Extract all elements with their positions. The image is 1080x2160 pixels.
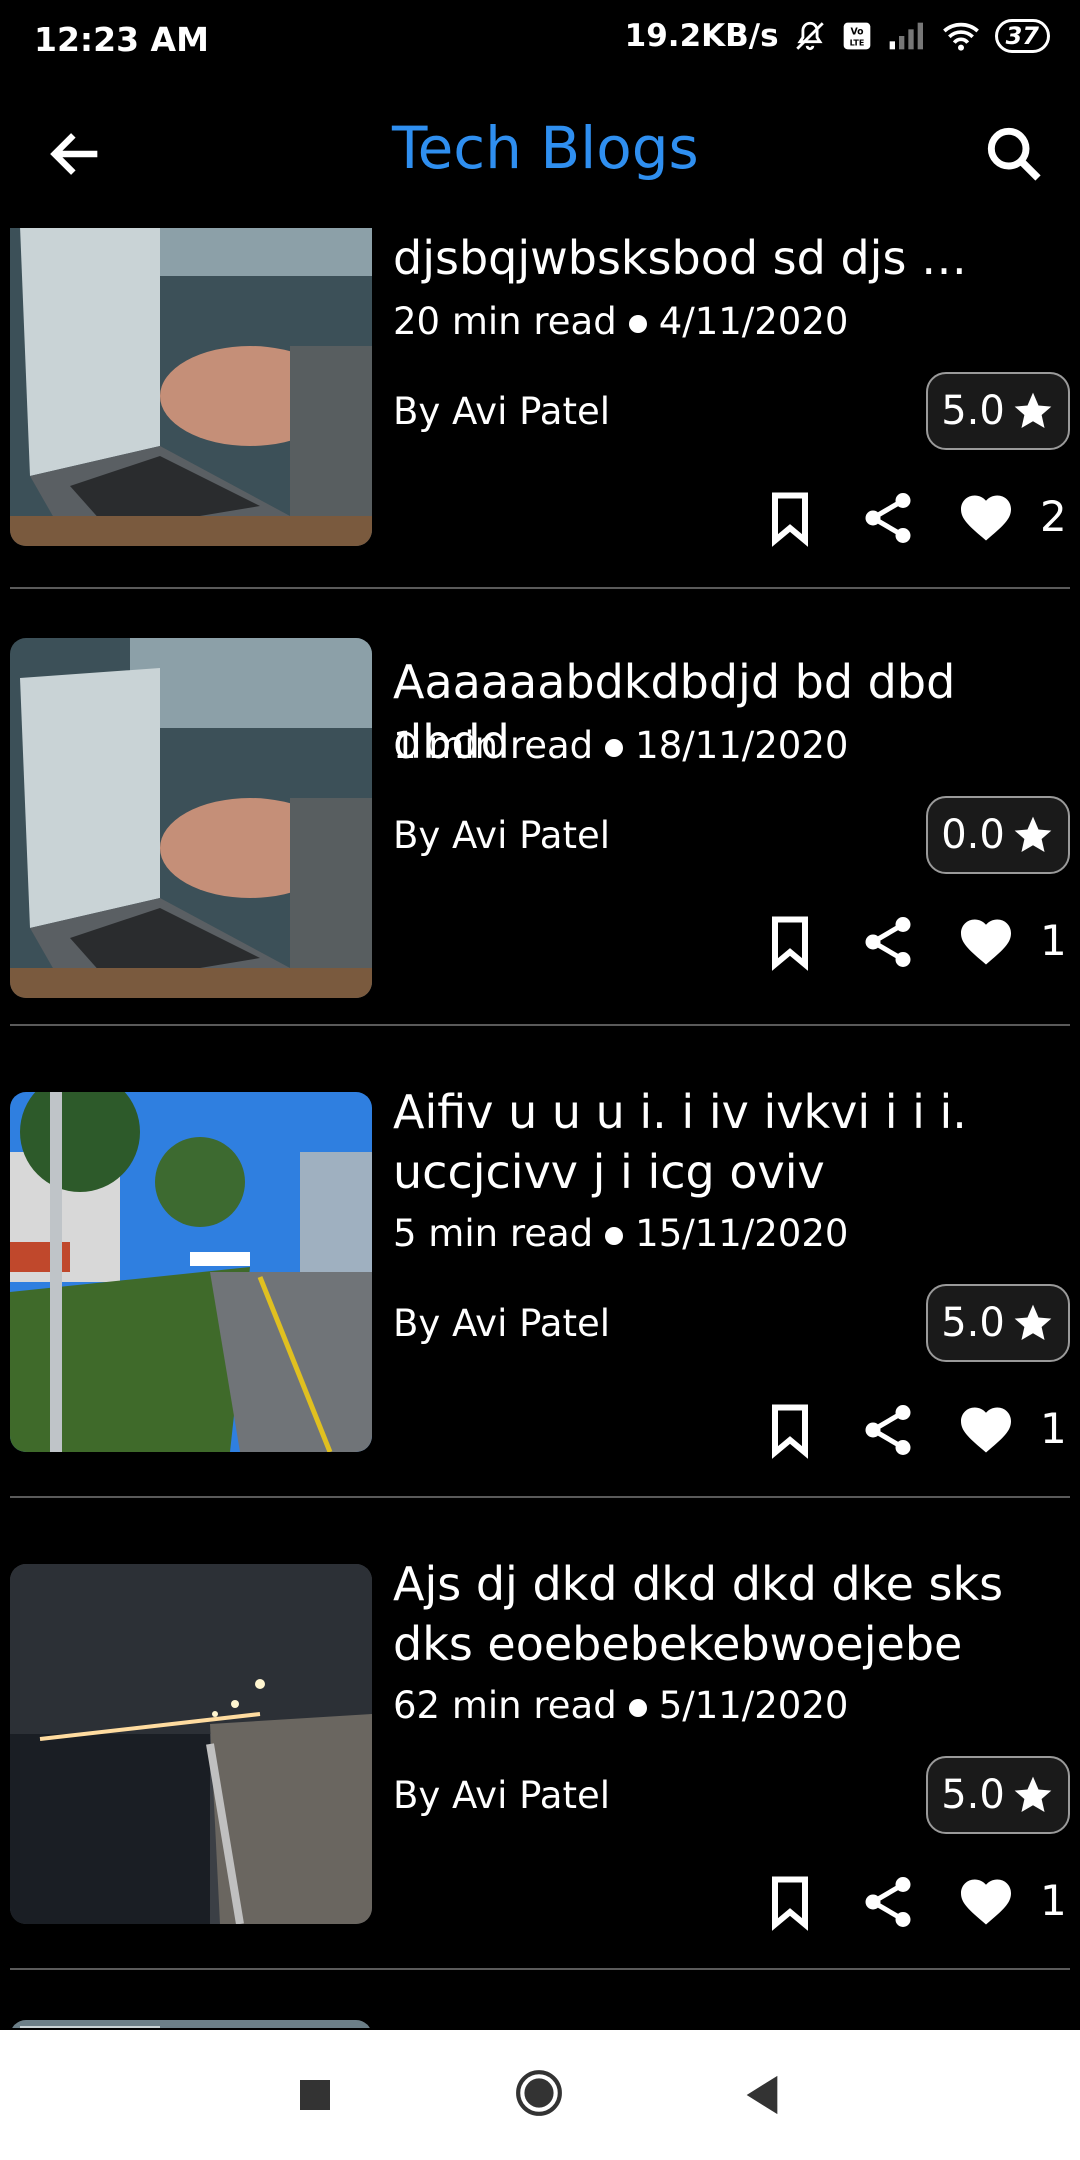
back-arrow-icon[interactable] [44, 122, 108, 186]
read-time: 20 min read [393, 300, 617, 343]
rating-badge: 5.0 [926, 1284, 1070, 1362]
divider [10, 1024, 1070, 1026]
post-date: 15/11/2020 [635, 1212, 849, 1255]
network-speed: 19.2KB/s [624, 18, 779, 54]
status-time: 12:23 AM [34, 20, 209, 59]
read-time: 62 min read [393, 1684, 617, 1727]
share-icon[interactable] [858, 912, 918, 972]
blog-actions: 1 [760, 912, 1080, 982]
divider [10, 1496, 1070, 1498]
heart-icon[interactable] [956, 912, 1016, 972]
battery-icon: 37 [994, 19, 1050, 53]
blog-meta: 62 min read 5/11/2020 [393, 1684, 848, 1727]
post-date: 5/11/2020 [658, 1684, 849, 1727]
blog-thumbnail[interactable] [10, 2020, 372, 2028]
divider [10, 1968, 1070, 1970]
svg-text:LTE: LTE [849, 38, 864, 47]
blog-meta: 20 min read 4/11/2020 [393, 300, 848, 343]
blog-author: By Avi Patel [393, 1302, 610, 1345]
blog-thumbnail[interactable] [10, 638, 372, 998]
share-icon[interactable] [858, 488, 918, 548]
blog-actions: 2 [760, 488, 1080, 558]
blog-title[interactable]: Aifiv u u u i. i iv ivkvi i i i. uccjciv… [393, 1082, 1073, 1202]
rating-value: 5.0 [941, 388, 1005, 434]
post-date: 4/11/2020 [658, 300, 849, 343]
svg-text:Vo: Vo [850, 27, 863, 38]
rating-value: 5.0 [941, 1300, 1005, 1346]
dot-separator [628, 314, 647, 333]
blog-title[interactable]: Ajs dj dkd dkd dkd dke sks dks eoebebeke… [393, 1554, 1073, 1674]
blog-list[interactable]: djsbqjwbsksbod sd djs … 20 min read 4/11/… [0, 228, 1080, 2028]
page-title: Tech Blogs [392, 114, 699, 182]
waterfront-photo [10, 1564, 372, 1924]
rating-value: 5.0 [941, 1772, 1005, 1818]
laptop-photo [10, 2020, 372, 2028]
like-count: 2 [1040, 492, 1067, 541]
rating-badge: 5.0 [926, 1756, 1070, 1834]
rating-badge: 0.0 [926, 796, 1070, 874]
home-button[interactable] [514, 2068, 564, 2118]
system-nav-bar [0, 2030, 1080, 2160]
blog-thumbnail[interactable] [10, 228, 372, 546]
app-bar: Tech Blogs [0, 76, 1080, 228]
like-count: 1 [1040, 916, 1067, 965]
dot-separator [605, 738, 624, 757]
heart-icon[interactable] [956, 1872, 1016, 1932]
read-time: 1 min read [393, 724, 594, 767]
heart-icon[interactable] [956, 1400, 1016, 1460]
signal-icon [889, 22, 923, 50]
volte-icon: VoLTE [843, 22, 870, 50]
heart-icon[interactable] [956, 488, 1016, 548]
post-date: 18/11/2020 [635, 724, 849, 767]
share-icon[interactable] [858, 1872, 918, 1932]
star-icon [1014, 1776, 1052, 1813]
star-icon [1014, 1304, 1052, 1341]
recents-button[interactable] [300, 2080, 330, 2110]
dot-separator [628, 1698, 647, 1717]
blog-title[interactable]: djsbqjwbsksbod sd djs … [393, 228, 1073, 288]
rating-value: 0.0 [941, 812, 1005, 858]
like-count: 1 [1040, 1404, 1067, 1453]
read-time: 5 min read [393, 1212, 594, 1255]
blog-thumbnail[interactable] [10, 1564, 372, 1924]
bookmark-icon[interactable] [760, 1400, 820, 1460]
blog-author: By Avi Patel [393, 814, 610, 857]
divider [10, 587, 1070, 589]
blog-actions: 1 [760, 1400, 1080, 1470]
status-bar: 12:23 AM 19.2KB/s Vo LTE 37 [0, 0, 1080, 76]
laptop-photo [10, 228, 372, 546]
like-count: 1 [1040, 1876, 1067, 1925]
street-photo [10, 1092, 372, 1452]
blog-actions: 1 [760, 1872, 1080, 1942]
star-icon [1014, 392, 1052, 429]
blog-thumbnail[interactable] [10, 1092, 372, 1452]
bookmark-icon[interactable] [760, 1872, 820, 1932]
blog-author: By Avi Patel [393, 390, 610, 433]
share-icon[interactable] [858, 1400, 918, 1460]
blog-meta: 1 min read 18/11/2020 [393, 724, 848, 767]
wifi-icon [942, 22, 979, 51]
bookmark-icon[interactable] [760, 912, 820, 972]
search-icon[interactable] [982, 122, 1046, 186]
blog-meta: 5 min read 15/11/2020 [393, 1212, 848, 1255]
laptop-photo [10, 638, 372, 998]
mute-icon [795, 21, 824, 51]
status-icons: 19.2KB/s Vo LTE 37 [625, 18, 1050, 54]
rating-badge: 5.0 [926, 372, 1070, 450]
bookmark-icon[interactable] [760, 488, 820, 548]
star-icon [1014, 816, 1052, 853]
dot-separator [605, 1226, 624, 1245]
back-button[interactable] [742, 2072, 782, 2118]
blog-author: By Avi Patel [393, 1774, 610, 1817]
